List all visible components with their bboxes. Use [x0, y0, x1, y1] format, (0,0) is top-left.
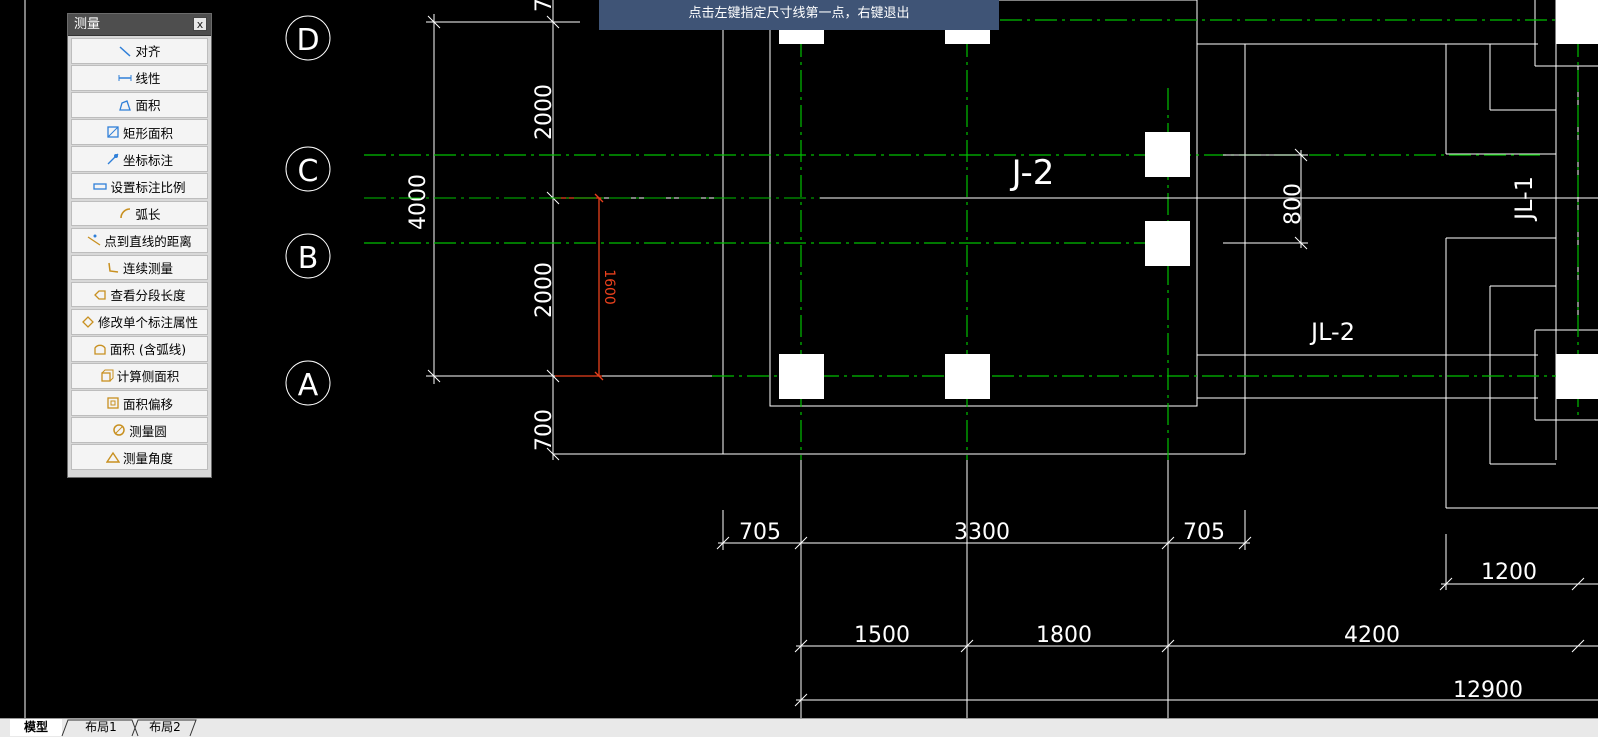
- dim-4200: 4200: [1344, 623, 1400, 648]
- measure-circle-icon: [113, 424, 125, 436]
- tool-edit-dimension-button[interactable]: 修改单个标注属性: [71, 308, 208, 335]
- left-dimension-lines: [426, 0, 725, 461]
- dim-1600: 1600: [601, 269, 617, 305]
- tool-scale-button[interactable]: 设置标注比例: [71, 173, 208, 200]
- scale-icon: [93, 183, 108, 190]
- layout-tab-bar: 模型 布局1 布局2: [0, 718, 1598, 737]
- dim-1800: 1800: [1036, 623, 1092, 648]
- command-tooltip: 点击左键指定尺寸线第一点，右键退出: [599, 0, 999, 30]
- measure-angle-icon: [105, 451, 120, 463]
- axis-bubble-a: A: [285, 360, 331, 406]
- dim-70: 70: [532, 0, 557, 12]
- dim-700: 700: [532, 409, 557, 451]
- measure-panel: 测量 x 对齐 线性 面积 矩形面积 坐标标注 设置标注比例 弧长 点到直线的距…: [67, 13, 212, 478]
- area-icon: [119, 100, 132, 111]
- arc-length-icon: [120, 208, 131, 219]
- tool-align-button[interactable]: 对齐: [71, 38, 208, 64]
- footing-outline: [722, 0, 1538, 455]
- drawing-canvas[interactable]: D C B A 70 2000: [0, 0, 1598, 718]
- axis-bubble-d: D: [285, 15, 331, 61]
- svg-text:B: B: [298, 241, 319, 276]
- tool-coordinate-button[interactable]: 坐标标注: [71, 146, 208, 172]
- tool-area-offset-button[interactable]: 面积偏移: [71, 390, 208, 416]
- tool-continuous-button[interactable]: 连续测量: [71, 254, 208, 281]
- arc-area-icon: [94, 344, 106, 355]
- axis-bubble-b: B: [285, 233, 331, 279]
- side-area-icon: [101, 369, 114, 382]
- dim-4000: 4000: [406, 174, 431, 230]
- tool-arc-length-button[interactable]: 弧长: [71, 200, 208, 227]
- svg-text:D: D: [296, 23, 319, 58]
- tool-measure-angle-button[interactable]: 测量角度: [71, 444, 208, 470]
- dim-12900: 12900: [1453, 678, 1523, 703]
- panel-close-button[interactable]: x: [193, 17, 207, 31]
- tool-arc-area-button[interactable]: 面积 (含弧线): [71, 336, 208, 362]
- tab-outlines: [61, 719, 197, 737]
- point-line-distance-icon: [87, 234, 101, 246]
- edit-dimension-icon: [82, 315, 94, 328]
- dim-705-right: 705: [1183, 520, 1225, 545]
- dim-1500: 1500: [854, 623, 910, 648]
- svg-text:C: C: [298, 154, 319, 189]
- continuous-measure-icon: [108, 262, 119, 273]
- dim-2000-top: 2000: [532, 84, 557, 140]
- align-measure-icon: [119, 46, 131, 57]
- tool-segment-button[interactable]: 查看分段长度: [71, 281, 208, 308]
- rectangle-area-icon: [107, 126, 119, 138]
- measure-dimension-1600: [555, 193, 604, 381]
- label-jl2: JL-2: [1309, 318, 1355, 346]
- cad-drawing: D C B A 70 2000: [24, 0, 1598, 718]
- tool-measure-circle-button[interactable]: 测量圆: [71, 417, 208, 443]
- area-offset-icon: [107, 397, 119, 409]
- column-blocks: [779, 0, 1598, 399]
- label-jl1: JL-1: [1510, 176, 1538, 222]
- panel-header[interactable]: 测量 x: [68, 14, 211, 36]
- coordinate-icon: [107, 153, 119, 165]
- tool-linear-button[interactable]: 线性: [71, 65, 208, 91]
- tool-area-button[interactable]: 面积: [71, 92, 208, 118]
- tool-side-area-button[interactable]: 计算侧面积: [71, 363, 208, 389]
- axis-bubble-c: C: [285, 146, 331, 192]
- tool-list: 对齐 线性 面积 矩形面积 坐标标注 设置标注比例 弧长 点到直线的距离 连续测…: [71, 38, 208, 471]
- tool-point-line-button[interactable]: 点到直线的距离: [71, 227, 208, 254]
- dim-2000-bottom: 2000: [532, 262, 557, 318]
- dim-1200: 1200: [1481, 560, 1537, 585]
- dim-705-left: 705: [739, 520, 781, 545]
- tool-rect-area-button[interactable]: 矩形面积: [71, 119, 208, 145]
- dim-800: 800: [1281, 183, 1306, 225]
- svg-text:A: A: [298, 368, 319, 403]
- label-j2: J-2: [1010, 153, 1055, 193]
- segment-length-icon: [94, 289, 107, 300]
- panel-title: 测量: [74, 17, 101, 32]
- right-structure-lines: [1445, 0, 1598, 509]
- dim-3300: 3300: [954, 520, 1010, 545]
- linear-measure-icon: [118, 74, 132, 81]
